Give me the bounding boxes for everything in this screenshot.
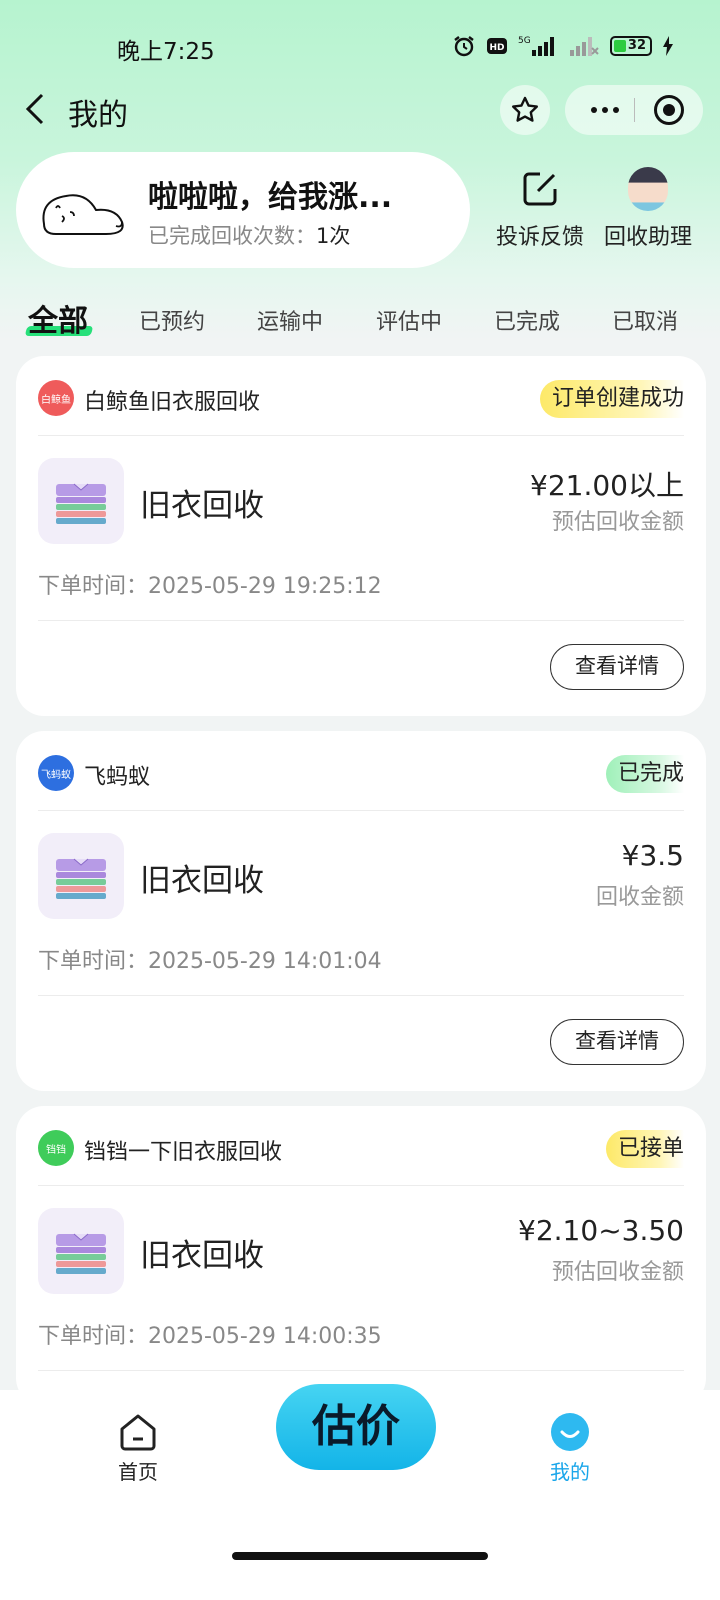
tab-home-label: 首页 xyxy=(118,1460,158,1484)
back-arrow-icon xyxy=(25,93,44,125)
shop-row: 白鲸鱼 白鲸鱼旧衣服回收 订单创建成功 xyxy=(38,378,684,418)
status-time: 晚上7:25 xyxy=(117,39,215,65)
svg-text:HD: HD xyxy=(489,43,504,53)
shop-name: 飞蚂蚁 xyxy=(84,765,151,790)
close-miniapp-icon[interactable] xyxy=(654,95,684,125)
page-title: 我的 xyxy=(68,98,128,133)
feedback-label: 投诉反馈 xyxy=(495,225,584,250)
user-nickname: 啦啦啦，给我涨... xyxy=(148,180,393,215)
divider xyxy=(38,1370,684,1371)
shop-logo: 铛铛 xyxy=(38,1130,74,1166)
folded-clothes-icon xyxy=(56,858,106,899)
view-details-button[interactable]: 查看详情 xyxy=(550,1019,684,1065)
signal-5g-icon: 5G xyxy=(518,36,554,56)
profile-card[interactable]: 啦啦啦，给我涨... 已完成回收次数：1次 xyxy=(16,152,470,268)
nav-bar: 我的 xyxy=(0,80,720,140)
status-badge: 已完成 xyxy=(605,755,684,793)
tab-evaluating[interactable]: 评估中 xyxy=(376,304,442,336)
alarm-icon xyxy=(454,36,474,57)
assistant-button[interactable]: 回收助理 xyxy=(596,165,700,251)
star-icon xyxy=(512,96,538,122)
recycle-count-label: 已完成回收次数： xyxy=(148,224,316,248)
tab-home[interactable]: 首页 xyxy=(110,1412,166,1485)
divider xyxy=(38,1185,684,1186)
folded-clothes-icon xyxy=(56,483,106,524)
shop-logo: 飞蚂蚁 xyxy=(38,755,74,791)
price-label: 预估回收金额 xyxy=(551,1260,684,1285)
home-indicator[interactable] xyxy=(232,1552,488,1560)
price: ¥21.00以上 xyxy=(530,469,684,502)
tab-mine[interactable]: 我的 xyxy=(542,1412,598,1485)
status-badge: 已接单 xyxy=(605,1130,684,1168)
item-name: 旧衣回收 xyxy=(140,1238,264,1274)
shop-row: 铛铛 铛铛一下旧衣服回收 已接单 xyxy=(38,1128,684,1168)
estimate-button[interactable]: 估价 xyxy=(276,1384,436,1470)
order-time: 下单时间：2025-05-29 14:01:04 xyxy=(38,949,382,974)
feedback-button[interactable]: 投诉反馈 xyxy=(490,165,590,251)
order-tabs: 全部 已预约 运输中 评估中 已完成 已取消 xyxy=(0,296,720,346)
clothes-thumbnail xyxy=(38,458,124,544)
svg-text:5G: 5G xyxy=(518,36,531,46)
divider xyxy=(38,995,684,996)
divider xyxy=(38,810,684,811)
order-card[interactable]: 铛铛 铛铛一下旧衣服回收 已接单 旧衣回收 ¥2.10~3.50 预估回收金额 … xyxy=(16,1106,706,1406)
recycle-count-value: 1次 xyxy=(316,224,351,248)
folded-clothes-icon xyxy=(56,1233,106,1274)
item-name: 旧衣回收 xyxy=(140,863,264,899)
price-label: 预估回收金额 xyxy=(551,510,684,535)
assistant-label: 回收助理 xyxy=(603,225,692,250)
shop-logo-text: 飞蚂蚁 xyxy=(41,769,71,781)
charging-icon xyxy=(663,36,673,56)
price: ¥2.10~3.50 xyxy=(518,1214,684,1247)
miniapp-capsule xyxy=(565,85,703,135)
shop-name: 白鲸鱼旧衣服回收 xyxy=(84,390,261,415)
battery-icon: 32 xyxy=(610,36,652,56)
home-icon xyxy=(120,1414,156,1451)
view-details-button[interactable]: 查看详情 xyxy=(550,644,684,690)
mine-icon xyxy=(551,1413,589,1451)
tab-completed[interactable]: 已完成 xyxy=(494,304,560,336)
price-label: 回收金额 xyxy=(595,885,684,910)
divider xyxy=(38,620,684,621)
tab-mine-label: 我的 xyxy=(550,1460,590,1484)
item-name: 旧衣回收 xyxy=(140,488,264,524)
back-button[interactable] xyxy=(20,92,50,126)
favorite-button[interactable] xyxy=(500,85,550,135)
status-icons: HD 5G 32 xyxy=(452,34,674,58)
clothes-thumbnail xyxy=(38,833,124,919)
tab-all[interactable]: 全部 xyxy=(28,296,88,340)
tab-cancelled[interactable]: 已取消 xyxy=(612,304,678,336)
hd-icon: HD xyxy=(487,38,507,54)
tab-shipping[interactable]: 运输中 xyxy=(257,304,323,336)
avatar xyxy=(42,194,124,235)
assistant-avatar xyxy=(624,165,672,213)
battery-level: 32 xyxy=(627,38,646,53)
shop-logo: 白鲸鱼 xyxy=(38,380,74,416)
status-bar: 晚上7:25 HD 5G 32 xyxy=(0,0,720,90)
order-time: 下单时间：2025-05-29 19:25:12 xyxy=(38,574,382,599)
tab-reserved[interactable]: 已预约 xyxy=(139,304,205,336)
divider xyxy=(38,435,684,436)
signal-weak-icon xyxy=(570,37,599,56)
shop-logo-text: 铛铛 xyxy=(46,1144,66,1156)
order-card[interactable]: 飞蚂蚁 飞蚂蚁 已完成 旧衣回收 ¥3.5 回收金额 下单时间：2025-05-… xyxy=(16,731,706,1091)
order-card[interactable]: 白鲸鱼 白鲸鱼旧衣服回收 订单创建成功 旧衣回收 ¥21.00以上 预估回收金额… xyxy=(16,356,706,716)
order-time: 下单时间：2025-05-29 14:00:35 xyxy=(38,1324,382,1349)
status-badge: 订单创建成功 xyxy=(539,380,684,418)
shop-row: 飞蚂蚁 飞蚂蚁 已完成 xyxy=(38,753,684,793)
capsule-divider xyxy=(634,98,635,122)
edit-icon xyxy=(516,165,564,213)
clothes-thumbnail xyxy=(38,1208,124,1294)
more-button[interactable] xyxy=(585,95,625,125)
price: ¥3.5 xyxy=(621,839,684,872)
recycle-count: 已完成回收次数：1次 xyxy=(148,220,350,250)
shop-logo-text: 白鲸鱼 xyxy=(41,394,71,406)
shop-name: 铛铛一下旧衣服回收 xyxy=(84,1140,283,1165)
